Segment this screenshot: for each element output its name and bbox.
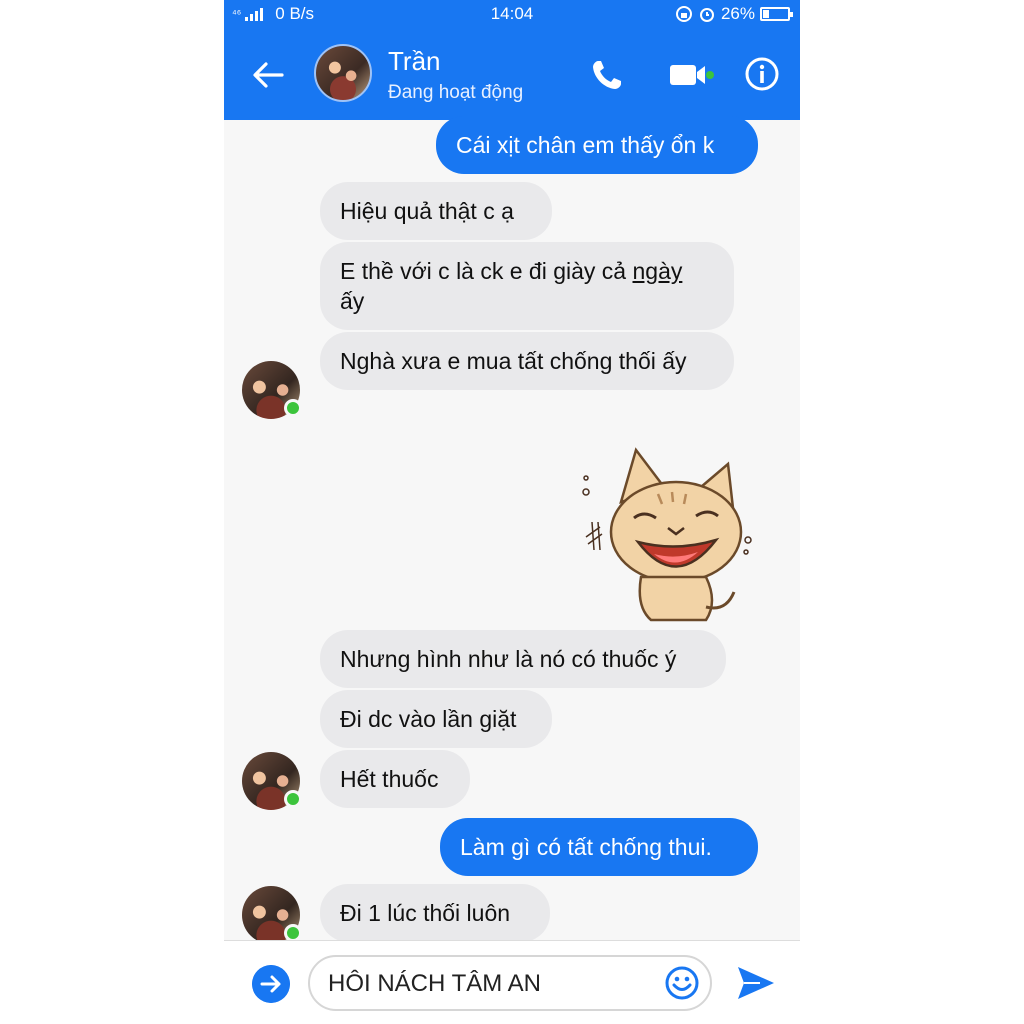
message-input-value[interactable]: HÔI NÁCH TÂM AN [328, 970, 541, 998]
message-list[interactable]: Cái xịt chân em thấy ổn k Hiệu quả thật … [224, 116, 800, 944]
message-text: Cái xịt chân em thấy ổn k [456, 132, 715, 158]
emoji-icon[interactable] [664, 965, 700, 1001]
back-arrow-icon[interactable] [252, 60, 284, 90]
status-right: 26% [675, 4, 793, 24]
message-incoming[interactable]: Hiệu quả thật c ạ [320, 182, 552, 240]
messenger-screen: ⁴⁶ 0 B/s 14:04 26% Trần Đang hoạt động C… [224, 0, 800, 1024]
message-incoming[interactable]: E thề với c là ck e đi giày cả ngày ấy [320, 242, 734, 330]
conversation-header: Trần Đang hoạt động [224, 30, 800, 120]
message-outgoing[interactable]: Cái xịt chân em thấy ổn k [436, 116, 758, 174]
laughing-cat-sticker-icon[interactable] [576, 442, 756, 622]
status-bar: ⁴⁶ 0 B/s 14:04 26% [224, 0, 800, 30]
video-call-icon[interactable] [668, 60, 716, 90]
message-incoming[interactable]: Hết thuốc [320, 750, 470, 808]
sender-avatar[interactable] [242, 752, 302, 810]
message-text: Đi 1 lúc thối luôn [340, 900, 511, 926]
message-incoming[interactable]: Đi dc vào lần giặt [320, 690, 552, 748]
battery-icon [760, 7, 793, 21]
message-text: ấy [340, 288, 365, 314]
phone-call-icon[interactable] [590, 58, 624, 92]
message-text: Đi dc vào lần giặt [340, 706, 517, 732]
message-text: Hiệu quả thật c ạ [340, 198, 514, 224]
online-status-dot [284, 399, 302, 417]
message-text: Làm gì có tất chống thui. [460, 834, 712, 860]
sender-avatar[interactable] [242, 361, 302, 419]
contact-name[interactable]: Trần [388, 46, 441, 77]
info-icon[interactable] [744, 56, 780, 92]
message-text: Nhưng hình như là nó có thuốc ý [340, 646, 677, 672]
message-input[interactable]: HÔI NÁCH TÂM AN [308, 955, 712, 1011]
vpn-icon [675, 6, 692, 22]
message-text: Nghà xưa e mua tất chống thối ấy [340, 348, 687, 374]
expand-arrow-icon[interactable] [252, 965, 290, 1003]
battery-fill [763, 10, 769, 18]
send-icon[interactable] [736, 965, 776, 1001]
contact-status: Đang hoạt động [388, 82, 524, 103]
sender-avatar[interactable] [242, 886, 302, 944]
contact-avatar[interactable] [314, 44, 372, 102]
message-text: E thề với c là ck e đi giày cả [340, 258, 633, 284]
underlined-word[interactable]: ngày [633, 258, 683, 284]
message-incoming[interactable]: Nhưng hình như là nó có thuốc ý [320, 630, 726, 688]
message-text: Hết thuốc [340, 766, 439, 792]
message-incoming[interactable]: Đi 1 lúc thối luôn [320, 884, 550, 942]
message-outgoing[interactable]: Làm gì có tất chống thui. [440, 818, 758, 876]
alarm-icon [699, 8, 714, 22]
message-incoming[interactable]: Nghà xưa e mua tất chống thối ấy [320, 332, 734, 390]
online-status-dot [284, 790, 302, 808]
message-composer: HÔI NÁCH TÂM AN [224, 940, 800, 1024]
battery-percent: 26% [720, 4, 755, 23]
